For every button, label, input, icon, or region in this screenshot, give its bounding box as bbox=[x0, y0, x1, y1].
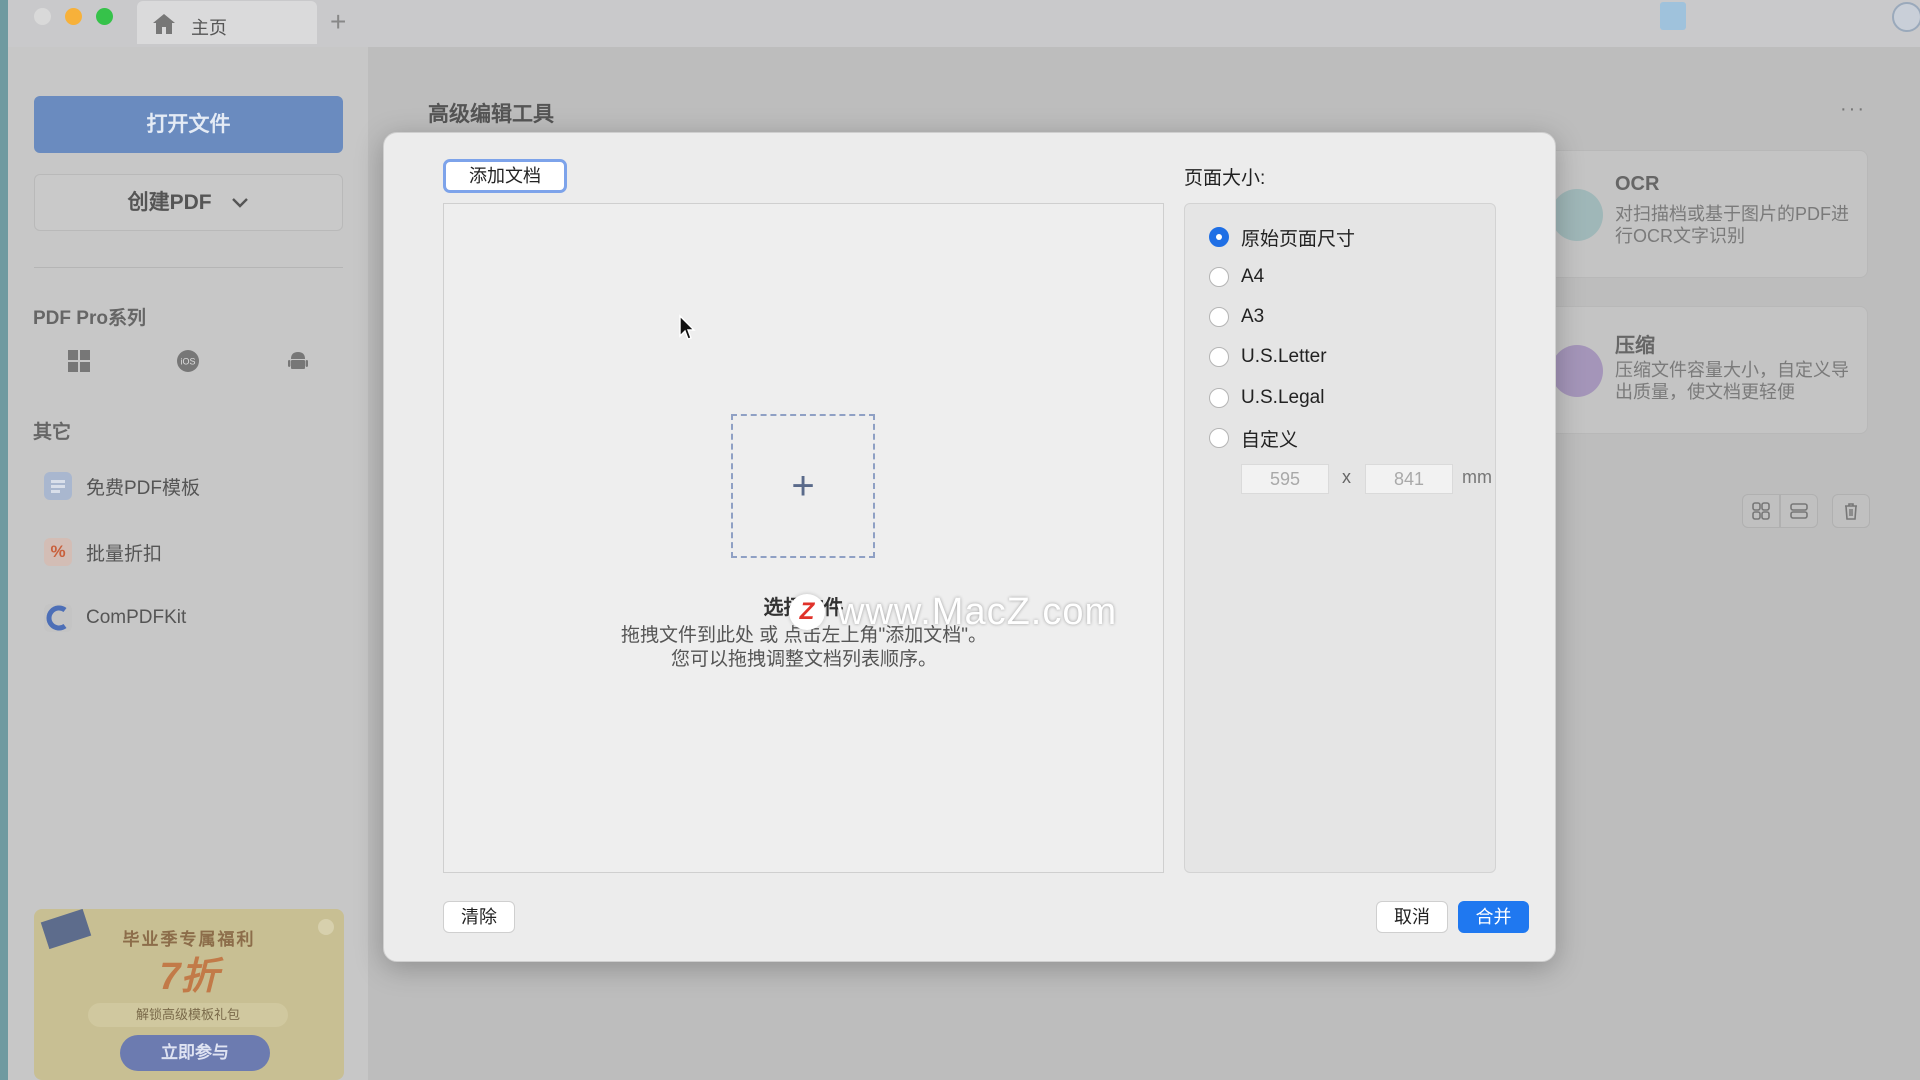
option-label: 自定义 bbox=[1241, 429, 1299, 451]
window-close-button[interactable] bbox=[34, 8, 51, 25]
document-drop-zone[interactable]: + 选择文件 拖拽文件到此处 或 点击左上角"添加文档"。您可以拖拽调整文档列表… bbox=[443, 203, 1164, 873]
merge-dialog: 添加文档 + 选择文件 拖拽文件到此处 或 点击左上角"添加文档"。您可以拖拽调… bbox=[383, 132, 1556, 962]
tool-card-desc: 对扫描档或基于图片的PDF进行OCR文字识别 bbox=[1615, 204, 1849, 246]
percent-icon: % bbox=[44, 538, 72, 566]
option-us-letter[interactable]: U.S.Letter bbox=[1209, 344, 1327, 370]
option-a3[interactable]: A3 bbox=[1209, 304, 1264, 330]
section-other: 其它 bbox=[33, 422, 72, 443]
option-label: U.S.Legal bbox=[1241, 387, 1325, 408]
trash-icon[interactable] bbox=[1832, 494, 1870, 528]
compress-icon bbox=[1551, 345, 1603, 397]
custom-height-input[interactable]: 841 bbox=[1365, 464, 1453, 494]
android-icon[interactable] bbox=[286, 349, 310, 373]
add-document-button[interactable]: 添加文档 bbox=[443, 159, 567, 193]
option-label: 原始页面尺寸 bbox=[1241, 228, 1356, 250]
windows-icon[interactable] bbox=[67, 349, 91, 373]
promo-subtitle: 解锁高级模板礼包 bbox=[88, 1003, 288, 1027]
sidebar-divider bbox=[34, 267, 343, 268]
sidebar-item-label: 批量折扣 bbox=[86, 543, 163, 565]
cancel-button[interactable]: 取消 bbox=[1376, 901, 1448, 933]
option-us-legal[interactable]: U.S.Legal bbox=[1209, 385, 1324, 411]
sidebar-item-label: ComPDFKit bbox=[86, 607, 187, 628]
tool-card-ocr[interactable]: OCR 对扫描档或基于图片的PDF进行OCR文字识别 bbox=[1520, 150, 1868, 278]
document-icon[interactable] bbox=[1660, 2, 1686, 30]
open-file-button[interactable]: 打开文件 bbox=[34, 96, 343, 153]
more-icon[interactable]: ··· bbox=[1840, 98, 1866, 121]
custom-width-input[interactable]: 595 bbox=[1241, 464, 1329, 494]
page-title: 高级编辑工具 bbox=[428, 103, 554, 126]
size-separator: x bbox=[1342, 467, 1351, 487]
list-view-icon[interactable] bbox=[1780, 494, 1818, 528]
svg-text:iOS: iOS bbox=[180, 357, 195, 367]
sidebar-item-label: 免费PDF模板 bbox=[86, 477, 201, 499]
grid-view-icon[interactable] bbox=[1742, 494, 1780, 528]
promo-banner[interactable]: 毕业季专属福利 7折 解锁高级模板礼包 立即参与 bbox=[34, 909, 344, 1080]
plus-icon: + bbox=[791, 463, 815, 508]
page-size-panel: 原始页面尺寸 A4 A3 U.S.Letter U.S.Legal 自定义 59… bbox=[1184, 203, 1496, 873]
chevron-down-icon bbox=[232, 198, 249, 208]
avatar[interactable] bbox=[1892, 2, 1920, 32]
option-custom[interactable]: 自定义 bbox=[1209, 425, 1298, 451]
sidebar-item-compdfkit[interactable]: ComPDFKit bbox=[44, 601, 186, 635]
title-bar: 主页 + bbox=[8, 0, 1920, 47]
mouse-cursor-icon bbox=[679, 314, 696, 340]
option-a4[interactable]: A4 bbox=[1209, 264, 1264, 290]
watermark-text: www.MacZ.com bbox=[837, 590, 1118, 633]
radio-button[interactable] bbox=[1209, 428, 1229, 448]
window-minimize-button[interactable] bbox=[65, 8, 82, 25]
window-maximize-button[interactable] bbox=[96, 8, 113, 25]
promo-discount: 7折 bbox=[159, 956, 219, 998]
watermark-logo-icon: Z bbox=[789, 594, 825, 630]
option-original-size[interactable]: 原始页面尺寸 bbox=[1209, 224, 1355, 250]
ocr-icon bbox=[1551, 189, 1603, 241]
option-label: A3 bbox=[1241, 306, 1265, 327]
window-left-edge bbox=[0, 0, 8, 1080]
ios-icon[interactable]: iOS bbox=[176, 349, 200, 373]
radio-button[interactable] bbox=[1209, 267, 1229, 287]
home-icon bbox=[153, 14, 175, 34]
template-icon bbox=[44, 472, 72, 500]
radio-button[interactable] bbox=[1209, 227, 1229, 247]
tool-card-title: OCR bbox=[1615, 173, 1660, 195]
clear-button[interactable]: 清除 bbox=[443, 901, 515, 933]
add-file-dropbox[interactable]: + bbox=[731, 414, 875, 558]
radio-button[interactable] bbox=[1209, 307, 1229, 327]
section-pdf-pro: PDF Pro系列 bbox=[33, 308, 146, 329]
radio-button[interactable] bbox=[1209, 347, 1229, 367]
new-tab-button[interactable]: + bbox=[330, 6, 346, 38]
tab-label: 主页 bbox=[191, 18, 227, 38]
option-label: A4 bbox=[1241, 266, 1265, 287]
page-size-label: 页面大小: bbox=[1184, 168, 1266, 189]
create-pdf-button[interactable]: 创建PDF bbox=[34, 174, 343, 231]
sidebar: 打开文件 创建PDF PDF Pro系列 iOS 其它 免费PDF模板 % 批量… bbox=[8, 47, 368, 1080]
tool-card-desc: 压缩文件容量大小，自定义导出质量，使文档更轻便 bbox=[1615, 360, 1849, 402]
compdfkit-icon bbox=[44, 604, 72, 632]
size-unit: mm bbox=[1462, 467, 1492, 487]
tool-card-compress[interactable]: 压缩 压缩文件容量大小，自定义导出质量，使文档更轻便 bbox=[1520, 306, 1868, 434]
sidebar-item-discount[interactable]: % 批量折扣 bbox=[44, 535, 162, 569]
option-label: U.S.Letter bbox=[1241, 346, 1327, 367]
sidebar-item-templates[interactable]: 免费PDF模板 bbox=[44, 469, 200, 503]
create-pdf-label: 创建PDF bbox=[127, 191, 212, 214]
promo-join-button[interactable]: 立即参与 bbox=[120, 1035, 270, 1071]
watermark: Z www.MacZ.com bbox=[789, 589, 1117, 635]
tab-home[interactable]: 主页 bbox=[137, 1, 317, 44]
radio-button[interactable] bbox=[1209, 388, 1229, 408]
tool-card-title: 压缩 bbox=[1615, 335, 1655, 357]
merge-button[interactable]: 合并 bbox=[1458, 901, 1529, 933]
